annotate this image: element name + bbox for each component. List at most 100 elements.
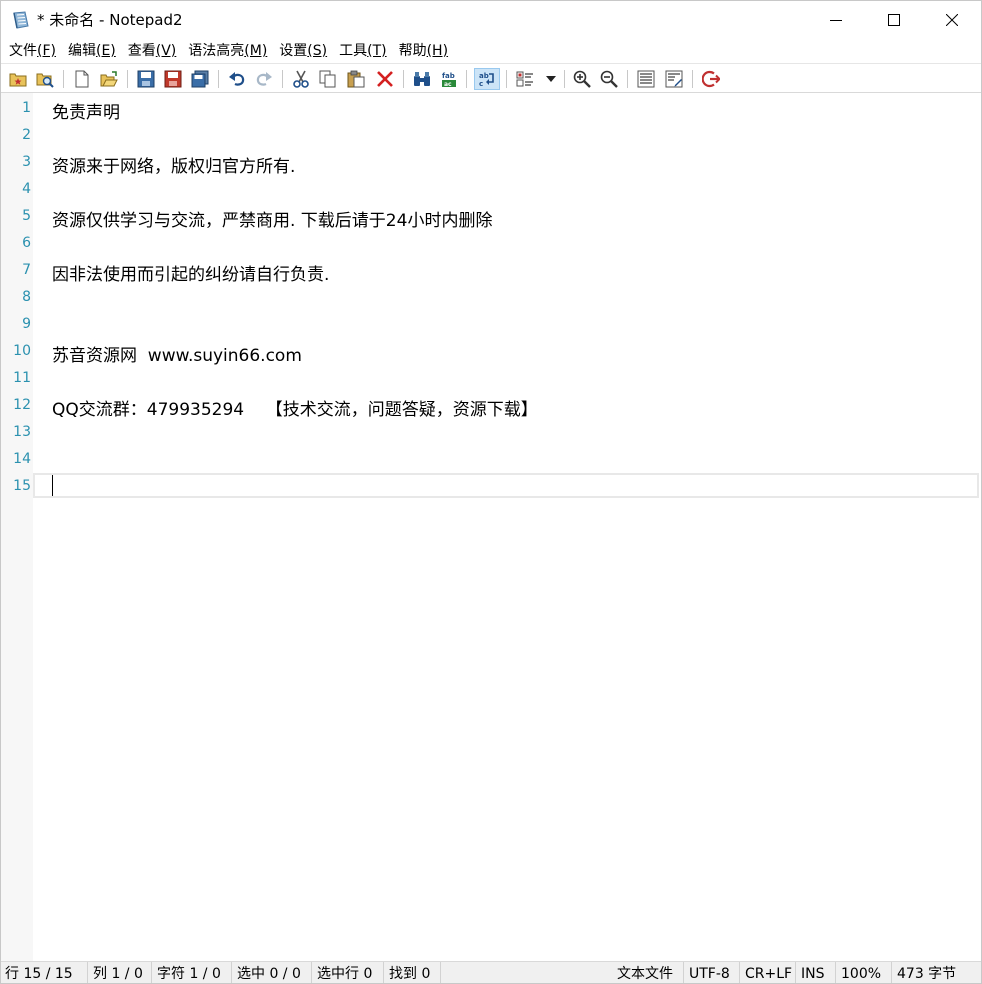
page-setup-icon bbox=[637, 70, 655, 88]
close-icon bbox=[946, 14, 958, 26]
close-button[interactable] bbox=[923, 1, 981, 39]
browse-button[interactable] bbox=[34, 68, 56, 90]
scheme-icon bbox=[516, 71, 533, 87]
chevron-down-icon bbox=[546, 76, 556, 82]
minimize-button[interactable] bbox=[807, 1, 865, 39]
menu-settings[interactable]: 设置(S) bbox=[273, 39, 333, 63]
line-number: 7 bbox=[22, 262, 31, 278]
print-icon bbox=[665, 70, 683, 88]
delete-button[interactable] bbox=[374, 68, 396, 90]
toolbar-separator bbox=[506, 70, 507, 88]
exit-icon bbox=[702, 70, 720, 88]
paste-button[interactable] bbox=[345, 68, 367, 90]
zoom-in-button[interactable] bbox=[571, 68, 593, 90]
toolbar-separator bbox=[403, 70, 404, 88]
svg-text:fab: fab bbox=[442, 72, 455, 80]
status-ins[interactable]: INS bbox=[797, 962, 836, 983]
menu-help-accel: (H) bbox=[426, 43, 449, 59]
new-file-button[interactable] bbox=[71, 68, 93, 90]
line-number: 11 bbox=[13, 370, 31, 386]
open-file-icon bbox=[100, 71, 118, 87]
toolbar-separator bbox=[282, 70, 283, 88]
menu-tools-label: 工具 bbox=[339, 43, 368, 59]
undo-icon bbox=[229, 72, 245, 86]
zoom-out-button[interactable] bbox=[598, 68, 620, 90]
save-copy-icon bbox=[191, 70, 209, 88]
editor-line[interactable]: 资源来于网络，版权归官方所有. bbox=[52, 152, 295, 177]
menu-file-label: 文件 bbox=[9, 43, 37, 59]
notepad2-window: * 未命名 - Notepad2 文件(F) 编辑(E) 查看(V) 语法高亮(… bbox=[0, 0, 982, 984]
svg-text:ab: ab bbox=[479, 72, 489, 80]
delete-icon bbox=[377, 71, 393, 87]
menu-edit[interactable]: 编辑(E) bbox=[62, 39, 122, 63]
scheme-dropdown-button[interactable] bbox=[514, 68, 558, 90]
word-wrap-button[interactable]: ab c bbox=[474, 68, 500, 90]
menu-tools-accel: (T) bbox=[367, 43, 387, 59]
menu-tools[interactable]: 工具(T) bbox=[333, 39, 392, 63]
status-selected-lines: 选中行 0 bbox=[313, 962, 384, 983]
save-as-button[interactable] bbox=[162, 68, 184, 90]
undo-button[interactable] bbox=[226, 68, 248, 90]
status-zoom[interactable]: 100% bbox=[837, 962, 892, 983]
status-encoding[interactable]: UTF-8 bbox=[685, 962, 740, 983]
status-size: 473 字节 bbox=[897, 966, 957, 982]
word-wrap-icon: ab c bbox=[479, 72, 494, 88]
line-number: 10 bbox=[13, 343, 31, 359]
editor-area[interactable]: 1 2 3 4 5 6 7 8 9 10 11 12 13 14 15 免责声明 资源来于网络，版权归官方所有… bbox=[1, 93, 981, 961]
cut-button[interactable] bbox=[290, 68, 312, 90]
cut-icon bbox=[293, 70, 309, 88]
current-line-highlight bbox=[33, 473, 979, 498]
menu-view[interactable]: 查看(V) bbox=[122, 39, 183, 63]
notepad-app-icon bbox=[13, 11, 29, 29]
line-number: 5 bbox=[22, 208, 31, 224]
redo-button[interactable] bbox=[253, 68, 275, 90]
svg-text:c: c bbox=[479, 80, 483, 88]
redo-icon bbox=[256, 72, 272, 86]
toolbar-separator bbox=[564, 70, 565, 88]
line-number: 15 bbox=[13, 478, 31, 494]
editor-line[interactable]: 因非法使用而引起的纠纷请自行负责. bbox=[52, 260, 329, 285]
save-as-icon bbox=[164, 70, 182, 88]
browse-icon bbox=[36, 73, 54, 88]
toolbar-separator bbox=[63, 70, 64, 88]
toolbar-separator bbox=[692, 70, 693, 88]
copy-button[interactable] bbox=[317, 68, 339, 90]
status-file-type[interactable]: 文本文件 bbox=[613, 962, 684, 983]
line-number-gutter: 1 2 3 4 5 6 7 8 9 10 11 12 13 14 15 bbox=[1, 93, 33, 961]
editor-line[interactable]: QQ交流群：479935294 【技术交流，问题答疑，资源下载】 bbox=[52, 395, 538, 420]
svg-text:ac: ac bbox=[444, 81, 452, 88]
page-setup-button[interactable] bbox=[635, 68, 657, 90]
status-line: 行 15 / 15 bbox=[1, 962, 88, 983]
editor-line[interactable]: 苏音资源网 www.suyin66.com bbox=[52, 341, 302, 366]
toolbar-separator bbox=[466, 70, 467, 88]
title-bar[interactable]: * 未命名 - Notepad2 bbox=[1, 1, 981, 39]
menu-help[interactable]: 帮助(H) bbox=[393, 39, 454, 63]
toolbar-separator bbox=[127, 70, 128, 88]
new-file-icon bbox=[75, 70, 89, 88]
find-button[interactable] bbox=[411, 68, 433, 90]
save-icon bbox=[137, 70, 155, 88]
replace-button[interactable]: fab ac bbox=[438, 68, 460, 90]
favorites-button[interactable] bbox=[7, 68, 29, 90]
menu-syntax[interactable]: 语法高亮(M) bbox=[182, 39, 273, 63]
editor-line[interactable]: 资源仅供学习与交流，严禁商用. 下载后请于24小时内删除 bbox=[52, 206, 492, 231]
line-number: 6 bbox=[22, 235, 31, 251]
status-eol[interactable]: CR+LF bbox=[741, 962, 796, 983]
menu-syntax-accel: (M) bbox=[244, 43, 268, 59]
minimize-icon bbox=[830, 20, 842, 21]
exit-button[interactable] bbox=[700, 68, 722, 90]
save-copy-button[interactable] bbox=[189, 68, 211, 90]
open-file-button[interactable] bbox=[98, 68, 120, 90]
print-button[interactable] bbox=[663, 68, 685, 90]
status-selection: 选中 0 / 0 bbox=[233, 962, 312, 983]
editor-line[interactable]: 免责声明 bbox=[52, 98, 120, 123]
menu-bar: 文件(F) 编辑(E) 查看(V) 语法高亮(M) 设置(S) 工具(T) 帮助… bbox=[1, 39, 981, 63]
save-button[interactable] bbox=[135, 68, 157, 90]
menu-view-label: 查看 bbox=[127, 43, 156, 59]
menu-file[interactable]: 文件(F) bbox=[3, 39, 62, 63]
menu-view-accel: (V) bbox=[155, 43, 177, 59]
zoom-out-icon bbox=[600, 70, 618, 88]
status-found: 找到 0 bbox=[385, 962, 441, 983]
maximize-button[interactable] bbox=[865, 1, 923, 39]
paste-icon bbox=[347, 70, 365, 88]
